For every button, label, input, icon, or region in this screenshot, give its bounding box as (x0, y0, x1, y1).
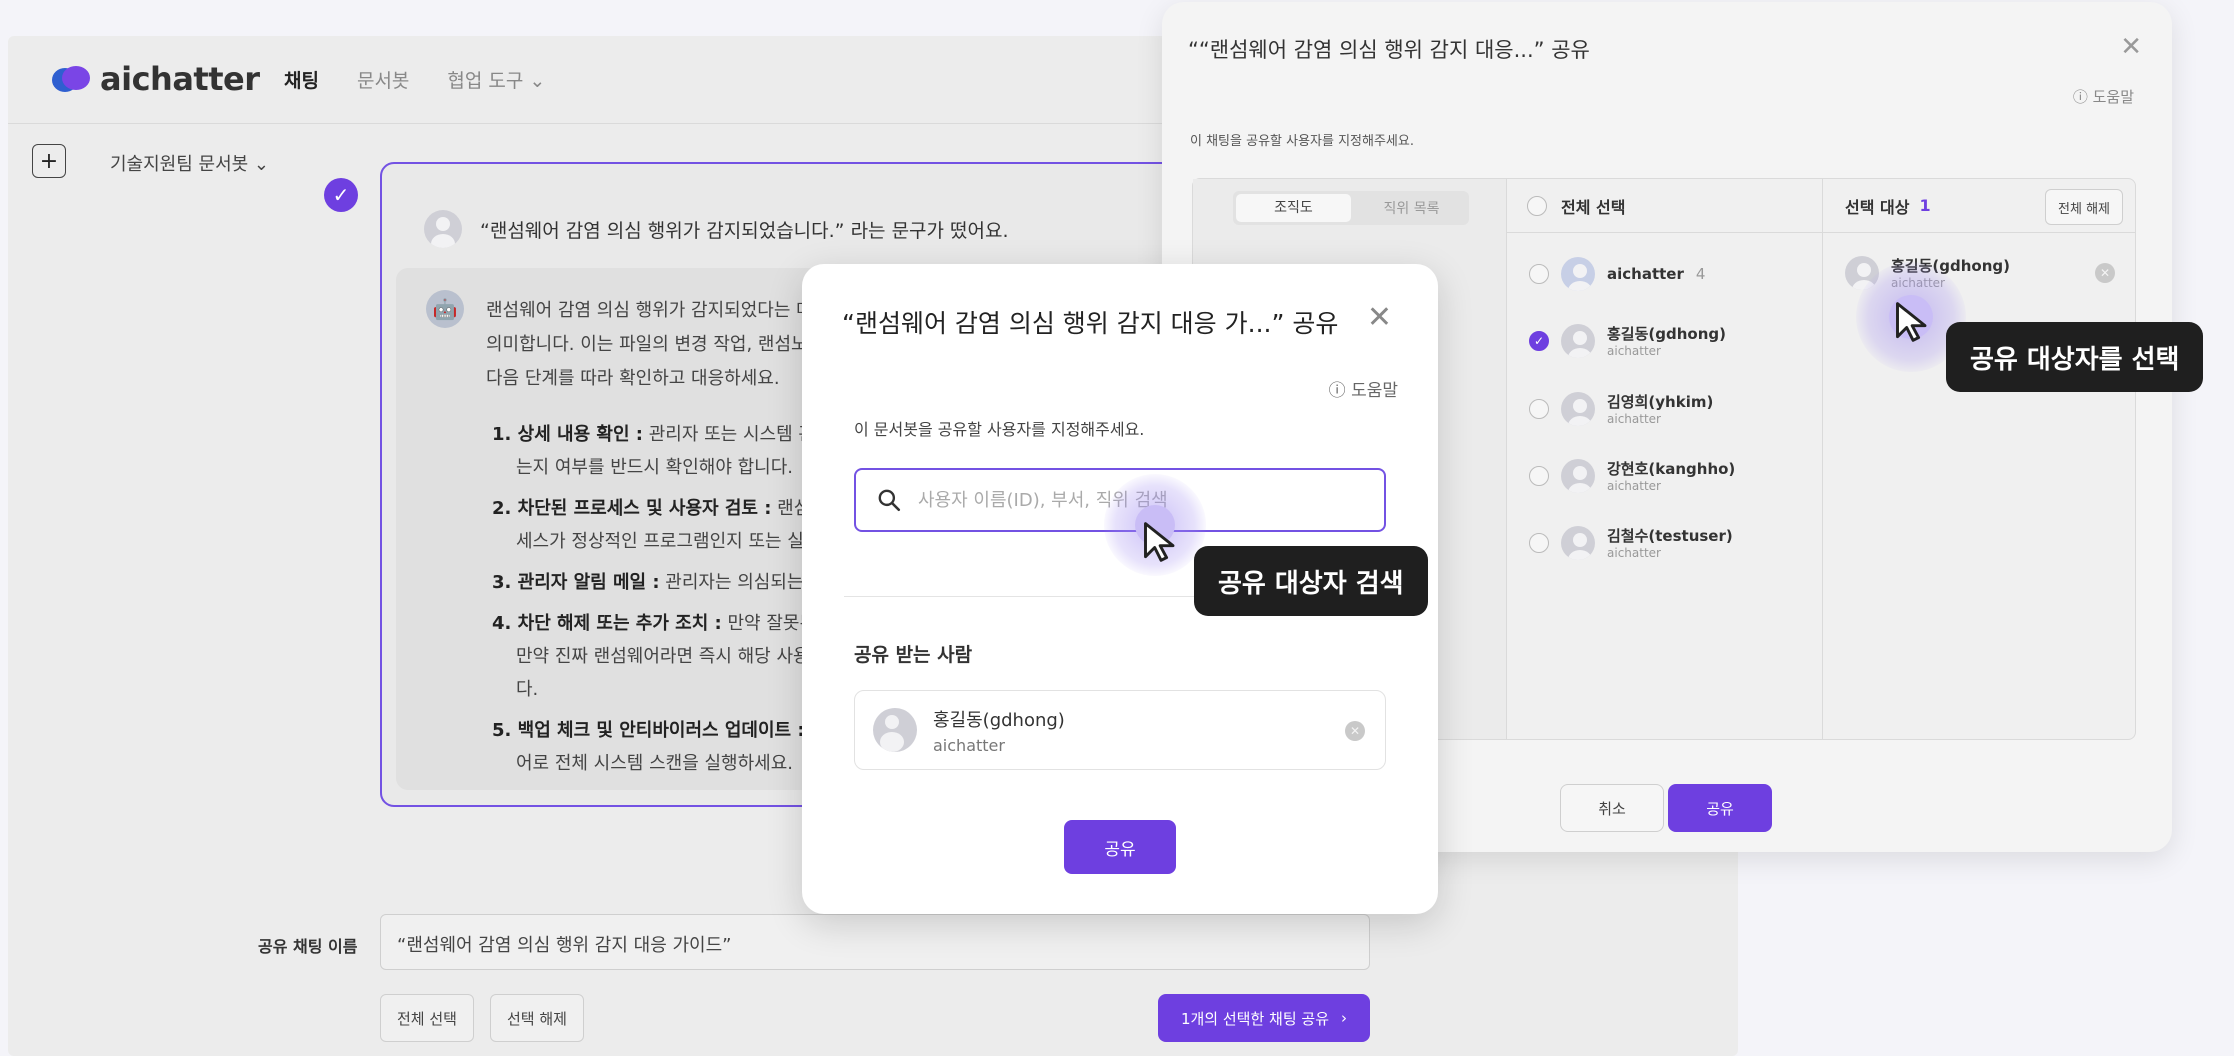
clear-all-button[interactable]: 전체 해제 (2045, 189, 2123, 225)
select-all-radio[interactable] (1527, 195, 1547, 216)
step-item: 2. 차단된 프로세스 및 사용자 검토 : 랜섬웨 세스가 정상적인 프로그램인… (492, 498, 827, 552)
member-name: 김철수(testuser) (1607, 527, 1733, 545)
share-chat-name-input[interactable]: “랜섬웨어 감염 의심 행위 감지 대응 가이드” (380, 914, 1370, 970)
share-selected-chats-button[interactable]: 1개의 선택한 채팅 공유 › (1158, 994, 1370, 1042)
member-row[interactable]: 강현호(kanghho) aichatter (1529, 458, 1735, 493)
deselect-button[interactable]: 선택 해제 (490, 994, 584, 1042)
recipient-name: 홍길동(gdhong) (933, 709, 1065, 731)
remove-recipient-icon[interactable]: ✕ (1345, 721, 1365, 741)
dialog-subtitle: 이 채팅을 공유할 사용자를 지정해주세요. (1190, 134, 1414, 149)
close-icon[interactable]: ✕ (1367, 300, 1392, 335)
member-radio[interactable] (1529, 398, 1549, 419)
logo[interactable]: aichatter (52, 60, 260, 98)
logo-text: aichatter (100, 60, 260, 98)
main-nav: 채팅 문서봇 협업 도구 ⌄ (284, 66, 545, 93)
bot-avatar-icon: 🤖 (426, 290, 464, 328)
recipient-avatar (873, 708, 917, 752)
step-item: 3. 관리자 알림 메일 : 관리자는 의심되는 파 (492, 572, 826, 593)
user-avatar (424, 210, 462, 248)
nav-item-docbot[interactable]: 문서봇 (357, 66, 409, 93)
recipient-card: 홍길동(gdhong) aichatter ✕ (854, 690, 1386, 770)
select-all-label: 전체 선택 (1561, 197, 1626, 217)
member-count: 4 (1695, 265, 1706, 283)
member-radio-checked[interactable]: ✓ (1529, 330, 1549, 351)
member-org: aichatter (1607, 412, 1661, 426)
member-avatar (1561, 323, 1595, 358)
member-org: aichatter (1607, 344, 1661, 358)
step-item: 5. 백업 체크 및 안티바이러스 업데이트 : 백어로 전체 시스템 스캔을 … (492, 720, 827, 774)
recipients-label: 공유 받는 사람 (854, 644, 973, 666)
selected-check-icon[interactable]: ✓ (324, 178, 358, 212)
member-avatar (1561, 458, 1595, 493)
nav-item-chat[interactable]: 채팅 (284, 66, 319, 93)
member-radio[interactable] (1529, 465, 1549, 486)
remove-icon[interactable]: ✕ (2095, 262, 2115, 283)
question-text: “랜섬웨어 감염 의심 행위가 감지되었습니다.” 라는 문구가 떴어요. (480, 219, 1009, 242)
select-all-row[interactable]: 전체 선택 (1507, 179, 1822, 233)
member-name: 홍길동(gdhong) (1607, 325, 1726, 343)
help-link[interactable]: ⓘ 도움말 (2073, 86, 2134, 107)
search-icon (878, 489, 901, 512)
member-org: aichatter (1607, 479, 1661, 493)
logo-icon (52, 64, 90, 94)
nav-item-collab-tools[interactable]: 협업 도구 ⌄ (447, 66, 545, 93)
member-radio[interactable] (1529, 532, 1549, 553)
tab-org-chart[interactable]: 조직도 (1236, 194, 1351, 222)
view-toggle: 조직도 직위 목록 (1233, 191, 1469, 225)
dialog-title: “랜섬웨어 감염 의심 행위 감지 대응 가...” 공유 (842, 309, 1339, 338)
recipient-org: aichatter (933, 735, 1005, 755)
cursor-arrow-icon (1896, 302, 1927, 342)
docbot-selector[interactable]: 기술지원팀 문서봇 ⌄ (110, 150, 269, 176)
share-button[interactable]: 공유 (1064, 820, 1176, 874)
member-name: 강현호(kanghho) (1607, 460, 1736, 478)
new-chat-icon[interactable]: + (32, 144, 66, 178)
help-link[interactable]: ⓘ 도움말 (1329, 376, 1398, 401)
member-radio[interactable] (1529, 264, 1549, 284)
tab-position-list[interactable]: 직위 목록 (1354, 198, 1469, 218)
step-item: 1. 상세 내용 확인 : 관리자 또는 시스템 관 는지 여부를 반드시 확인해… (492, 424, 815, 478)
share-button[interactable]: 공유 (1668, 784, 1772, 832)
answer-steps: 1. 상세 내용 확인 : 관리자 또는 시스템 관 는지 여부를 반드시 확인해… (492, 418, 842, 788)
member-name: aichatter (1607, 265, 1684, 283)
member-row[interactable]: aichatter 4 (1529, 257, 1705, 291)
selected-targets-column: 선택 대상 1 전체 해제 홍길동(gdhong)aichatter ✕ (1823, 179, 2135, 739)
member-row[interactable]: 김영희(yhkim) aichatter (1529, 391, 1713, 426)
member-avatar (1561, 525, 1595, 560)
selected-targets-label: 선택 대상 (1845, 197, 1910, 217)
member-avatar (1561, 391, 1595, 426)
share-chat-name-label: 공유 채팅 이름 (258, 937, 358, 956)
tooltip-search: 공유 대상자 검색 (1194, 546, 1428, 616)
close-icon[interactable]: ✕ (2120, 32, 2142, 62)
member-org: aichatter (1607, 546, 1661, 560)
user-question: “랜섬웨어 감염 의심 행위가 감지되었습니다.” 라는 문구가 떴어요. (424, 210, 1009, 248)
select-all-button[interactable]: 전체 선택 (380, 994, 474, 1042)
share-selected-label: 1개의 선택한 채팅 공유 (1180, 1009, 1330, 1028)
step-item: 4. 차단 해제 또는 추가 조치 : 만약 잘못된 만약 진짜 랜섬웨어라면 즉… (492, 613, 817, 700)
cursor-arrow-icon (1144, 522, 1175, 562)
selected-targets-count: 1 (1919, 196, 1931, 215)
member-name: 김영희(yhkim) (1607, 393, 1714, 411)
member-row[interactable]: ✓ 홍길동(gdhong) aichatter (1529, 323, 1726, 358)
chevron-right-icon: › (1341, 1009, 1348, 1027)
dialog-subtitle: 이 문서봇을 공유할 사용자를 지정해주세요. (854, 420, 1145, 439)
member-list-column: 전체 선택 aichatter 4 ✓ 홍길동(gdhong) aichatter… (1507, 179, 1823, 739)
group-avatar (1561, 257, 1595, 291)
member-row[interactable]: 김철수(testuser) aichatter (1529, 525, 1733, 560)
tooltip-select: 공유 대상자를 선택 (1946, 322, 2204, 392)
cancel-button[interactable]: 취소 (1560, 784, 1664, 832)
dialog-title: ““랜섬웨어 감염 의심 행위 감지 대응...” 공유 (1188, 38, 1590, 62)
